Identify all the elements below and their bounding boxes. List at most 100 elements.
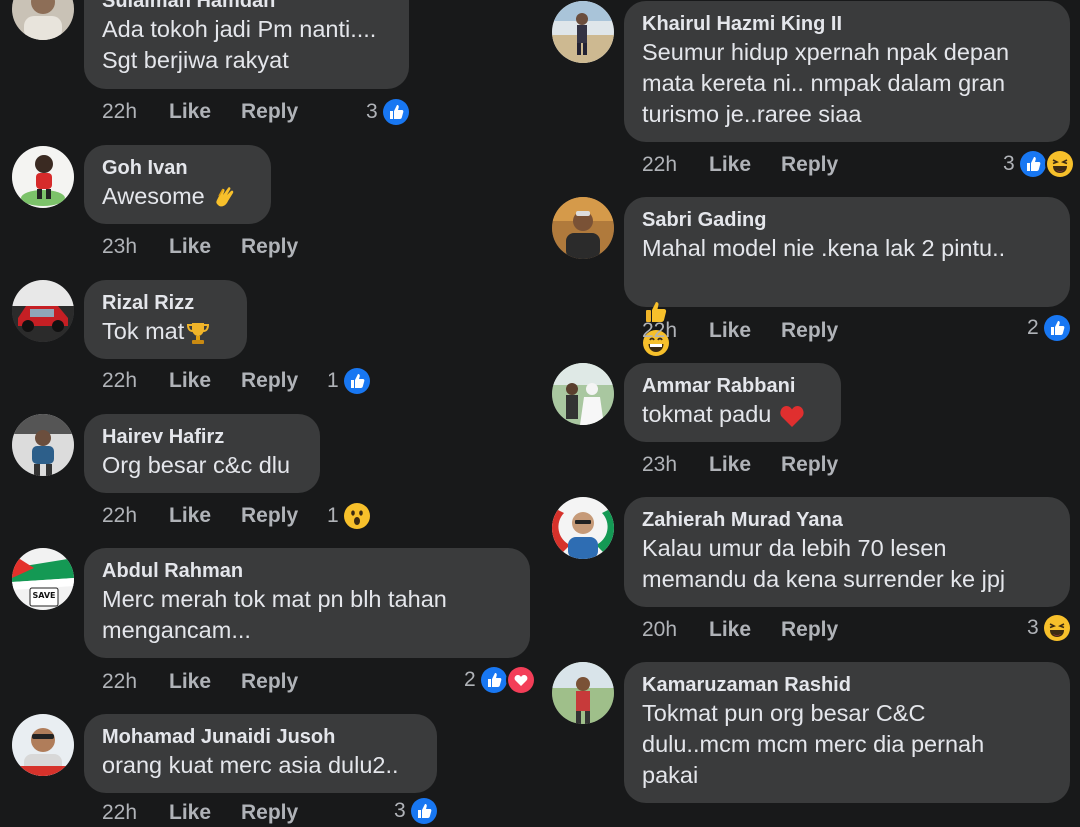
reaction-summary[interactable]: 2 [1027,313,1072,343]
commenter-name[interactable]: Ammar Rabbani [642,373,823,399]
avatar[interactable] [12,146,74,208]
comment-bubble: Zahierah Murad Yana Kalau umur da lebih … [624,497,1070,607]
reaction-summary[interactable]: 3 [394,796,439,826]
commenter-name[interactable]: Sabri Gading [642,207,1052,233]
comment-actions: 22h Like Reply [102,502,321,530]
comment-bubble: Sabri Gading Mahal model nie .kena lak 2… [624,197,1070,356]
avatar[interactable] [552,497,614,559]
reply-button[interactable]: Reply [241,504,321,528]
comment-actions: 22h Like Reply [102,367,321,395]
comment-actions: 23h Like Reply [102,233,321,261]
commenter-name[interactable]: Khairul Hazmi King II [642,11,1052,37]
comment-time[interactable]: 22h [642,319,709,343]
comment-text: tokmat padu [642,401,772,427]
commenter-name[interactable]: Rizal Rizz [102,290,229,316]
reaction-summary[interactable]: 2 [464,665,536,695]
comment-time[interactable]: 22h [102,504,169,528]
like-reaction-icon [341,366,372,396]
avatar[interactable] [12,0,74,40]
like-reaction-icon [478,665,509,695]
like-reaction-icon [1041,313,1072,343]
reaction-summary[interactable]: 3 [1003,149,1075,179]
avatar[interactable] [12,714,74,776]
like-button[interactable]: Like [169,670,241,694]
comment-time[interactable]: 22h [102,670,169,694]
avatar[interactable] [552,197,614,259]
reaction-summary[interactable]: 1 [327,366,372,396]
avatar[interactable]: SAVE [12,548,74,610]
comment-bubble: Abdul Rahman Merc merah tok mat pn blh t… [84,548,530,658]
haha-reaction-icon [1044,149,1075,179]
comment-time[interactable]: 22h [102,100,169,124]
love-reaction-icon [505,665,536,695]
comment-text: Tokmat pun org besar C&C dulu..mcm mcm m… [642,700,985,788]
avatar[interactable] [552,1,614,63]
commenter-name[interactable]: Kamaruzaman Rashid [642,672,1052,698]
reply-button[interactable]: Reply [781,153,861,177]
reaction-count: 3 [1003,152,1015,175]
comment-bubble: Ammar Rabbani tokmat padu [624,363,841,442]
comment-actions: 22h Like Reply [642,151,861,179]
commenter-name[interactable]: Mohamad Junaidi Jusoh [102,724,419,750]
reply-button[interactable]: Reply [241,801,321,825]
comment-bubble: Rizal Rizz Tok mat [84,280,247,359]
reaction-summary[interactable]: 3 [366,97,411,127]
commenter-name[interactable]: Sulaiman Hamdan [102,0,391,14]
like-button[interactable]: Like [169,504,241,528]
comment-bubble: Sulaiman Hamdan Ada tokoh jadi Pm nanti.… [84,0,409,89]
comment-text: Ada tokoh jadi Pm nanti.... Sgt berjiwa … [102,16,377,73]
like-button[interactable]: Like [169,801,241,825]
reply-button[interactable]: Reply [781,319,861,343]
reply-button[interactable]: Reply [781,453,861,477]
comment-text: Merc merah tok mat pn blh tahan menganca… [102,586,447,643]
commenter-name[interactable]: Abdul Rahman [102,558,512,584]
like-button[interactable]: Like [709,153,781,177]
like-button[interactable]: Like [709,618,781,642]
reaction-count: 1 [327,369,339,392]
like-reaction-icon [380,97,411,127]
comment-actions: 22h Like Reply [102,668,321,696]
comment-time[interactable]: 22h [102,369,169,393]
comment-time[interactable]: 23h [102,235,169,259]
commenter-name[interactable]: Zahierah Murad Yana [642,507,1052,533]
comment-actions: 23h Like Reply [642,451,861,479]
reply-button[interactable]: Reply [241,235,321,259]
like-button[interactable]: Like [169,100,241,124]
avatar[interactable] [12,414,74,476]
like-reaction-icon [408,796,439,826]
commenter-name[interactable]: Hairev Hafirz [102,424,302,450]
comment-text: orang kuat merc asia dulu2.. [102,752,399,778]
comment-actions: 20h Like Reply [642,616,861,644]
like-button[interactable]: Like [169,369,241,393]
comment-text: Kalau umur da lebih 70 lesen memandu da … [642,535,1006,592]
like-reaction-icon [1017,149,1048,179]
comment-text: Mahal model nie .kena lak 2 pintu.. [642,235,1006,261]
comment-time[interactable]: 20h [642,618,709,642]
comment-text: Seumur hidup xpernah npak depan mata ker… [642,39,1010,127]
reply-button[interactable]: Reply [781,618,861,642]
reaction-summary[interactable]: 1 [327,501,372,531]
like-button[interactable]: Like [709,453,781,477]
comment-text: Awesome [102,183,205,209]
comment-time[interactable]: 22h [642,153,709,177]
reply-button[interactable]: Reply [241,369,321,393]
avatar[interactable] [552,363,614,425]
haha-reaction-icon [1041,613,1072,643]
reply-button[interactable]: Reply [241,670,321,694]
comment-text: Org besar c&c dlu [102,452,291,478]
like-button[interactable]: Like [709,319,781,343]
like-button[interactable]: Like [169,235,241,259]
reaction-count: 3 [1027,616,1039,639]
reaction-summary[interactable]: 3 [1027,613,1072,643]
avatar[interactable] [12,280,74,342]
reply-button[interactable]: Reply [241,100,321,124]
commenter-name[interactable]: Goh Ivan [102,155,253,181]
avatar[interactable] [552,662,614,724]
svg-text:SAVE: SAVE [32,591,55,600]
comment-time[interactable]: 23h [642,453,709,477]
reaction-count: 3 [366,100,378,123]
reaction-count: 3 [394,799,406,822]
comment-actions: 22h Like Reply [102,98,321,126]
emoji-line [642,264,1052,356]
comment-time[interactable]: 22h [102,801,169,825]
